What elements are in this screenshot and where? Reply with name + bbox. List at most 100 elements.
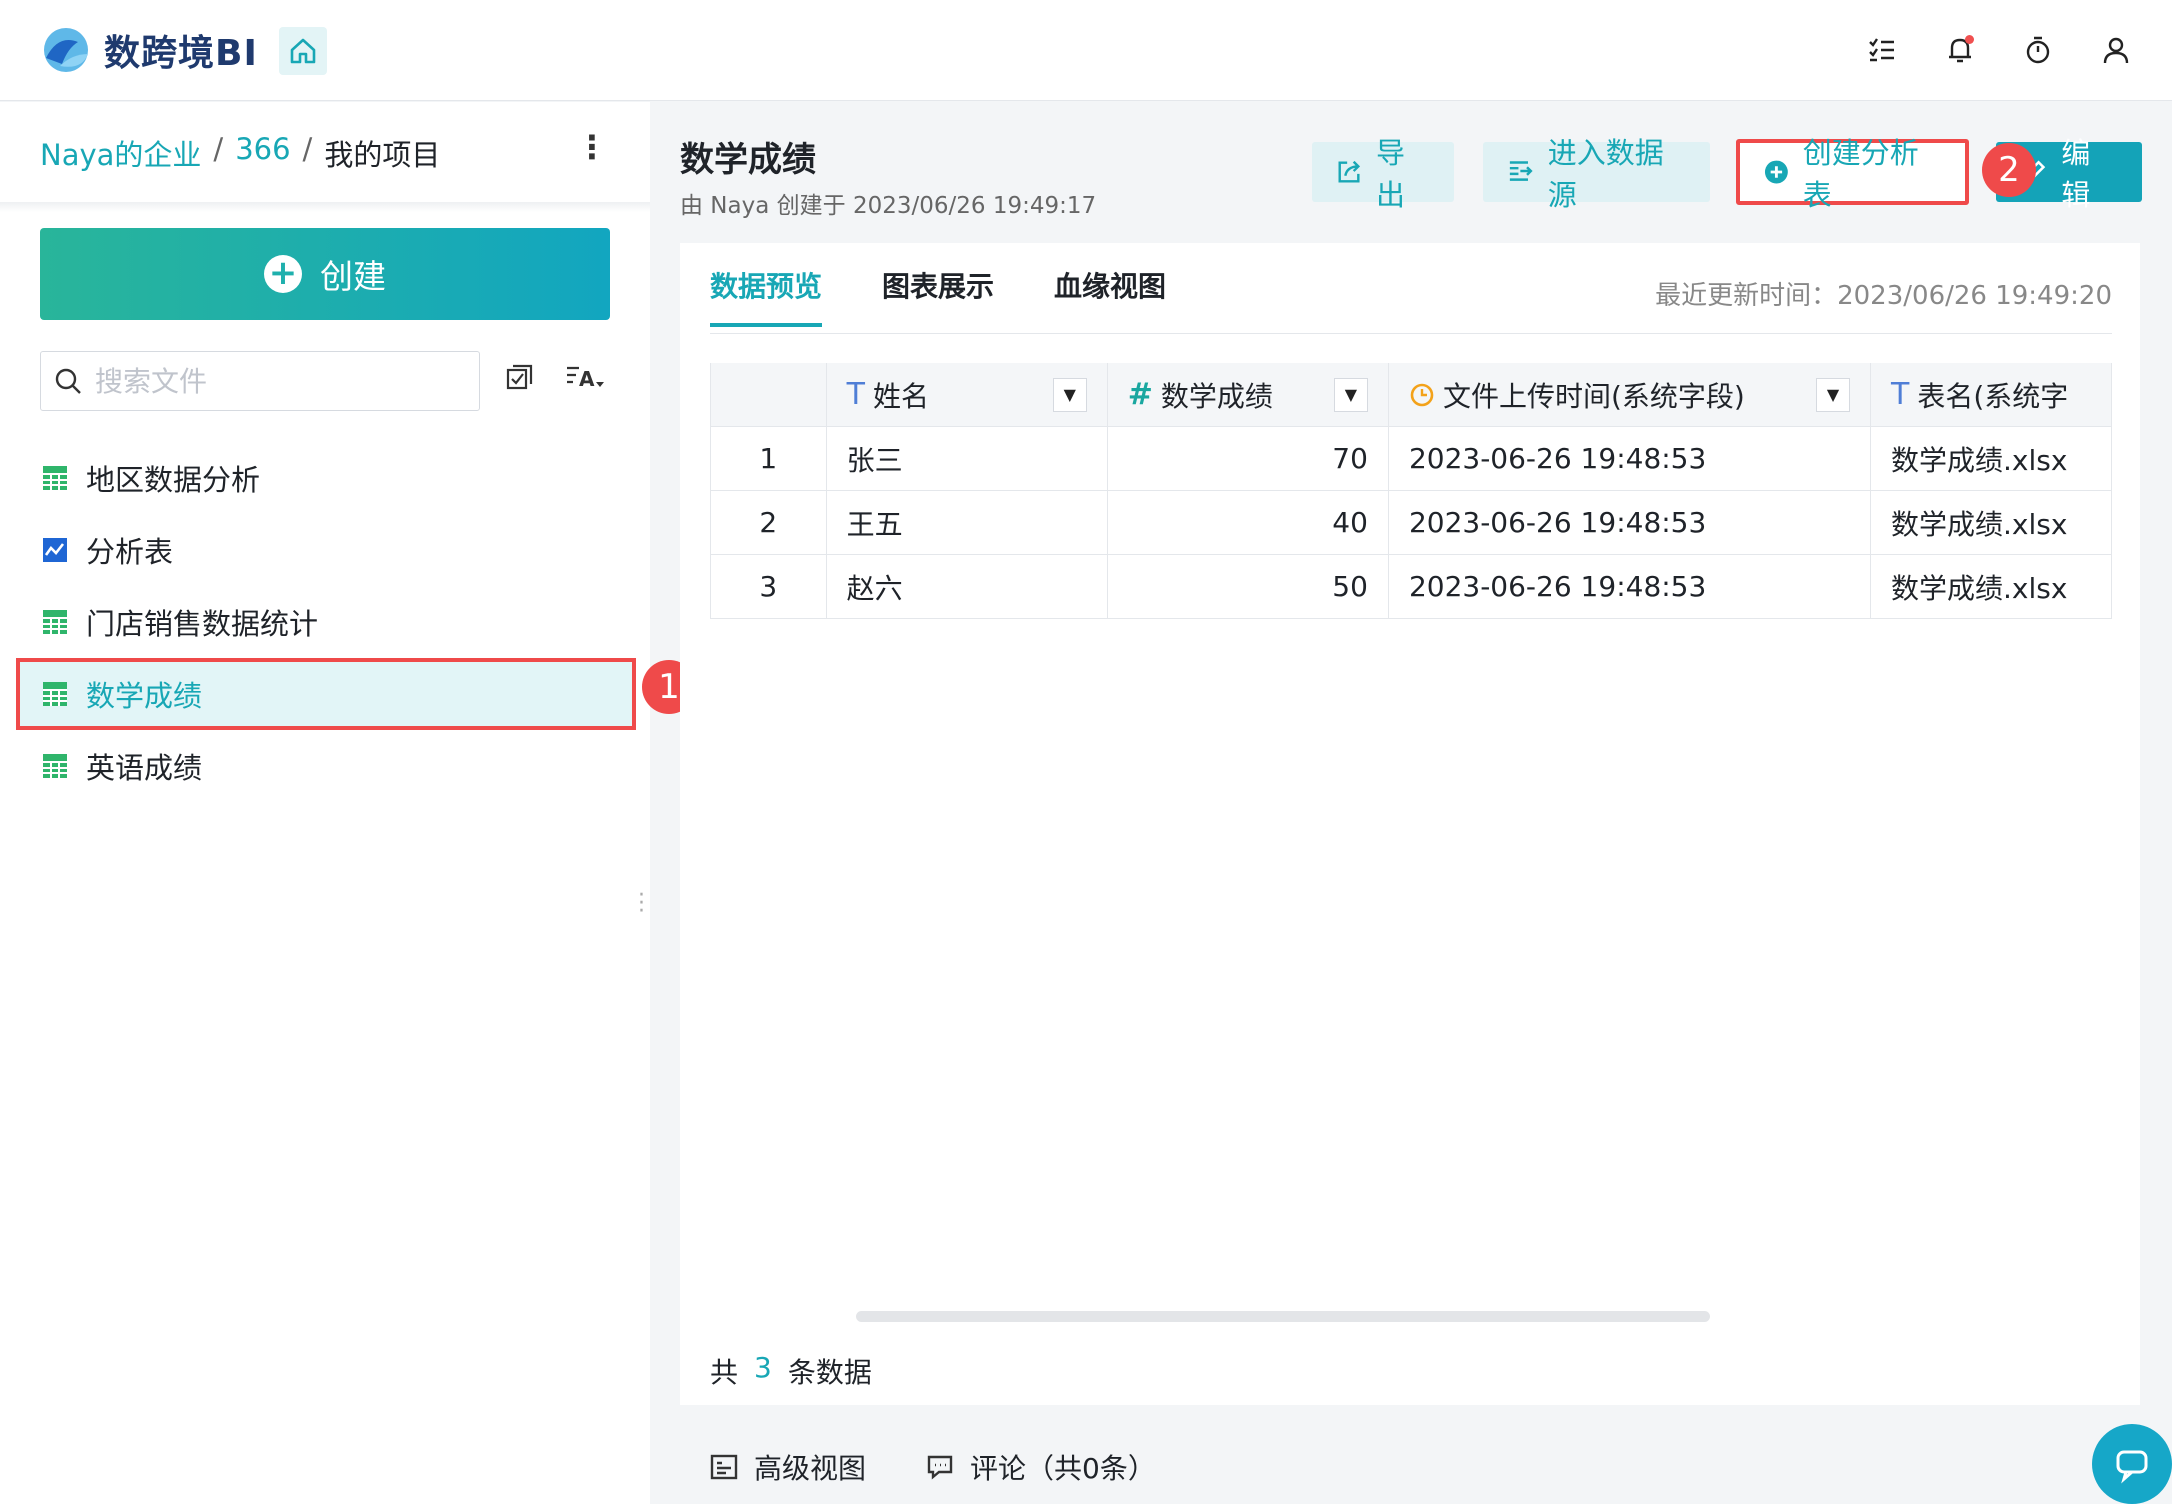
main-content: 数学成绩 由 Naya 创建于 2023/06/26 19:49:17 导出 进… <box>660 102 2172 1504</box>
table-icon <box>43 610 67 634</box>
advanced-view-label: 高级视图 <box>754 1452 867 1485</box>
step-badge-2: 2 <box>1982 143 2036 197</box>
row-number-header <box>710 363 827 426</box>
sidebar: Naya的企业 / 366 / 我的项目 ⋮ + 创建 A 地区数据分析 <box>0 102 650 1504</box>
column-label: 表名(系统字 <box>1917 379 2069 413</box>
file-item-analysis-table[interactable]: 分析表 <box>16 514 636 586</box>
table-row[interactable]: 2 王五 40 2023-06-26 19:48:53 数学成绩.xlsx <box>710 491 2112 555</box>
page-title: 数学成绩 <box>680 140 816 180</box>
tab-data-preview[interactable]: 数据预览 <box>710 265 823 327</box>
datasource-label: 进入数据源 <box>1547 136 1664 212</box>
cell-table-name: 数学成绩.xlsx <box>1871 427 2112 490</box>
sort-icon[interactable]: A <box>565 362 605 392</box>
row-count: 共 3 条数据 <box>710 1351 872 1391</box>
search-input[interactable] <box>95 364 475 398</box>
comments-label: 评论（共0条） <box>970 1452 1156 1485</box>
bottom-bar: 高级视图 评论（共0条） <box>710 1447 1156 1487</box>
file-item-store-sales[interactable]: 门店销售数据统计 <box>16 586 636 658</box>
text-type-icon: T <box>1891 377 1910 412</box>
cell-name: 王五 <box>827 491 1108 554</box>
tab-chart-display[interactable]: 图表展示 <box>882 265 994 327</box>
file-item-math-scores[interactable]: 数学成绩 <box>16 658 636 730</box>
comments-button[interactable]: 评论（共0条） <box>926 1447 1156 1487</box>
count-prefix: 共 <box>710 1356 739 1389</box>
datasource-button[interactable]: 进入数据源 <box>1483 136 1710 212</box>
support-chat-button[interactable] <box>2092 1424 2172 1504</box>
table-row[interactable]: 1 张三 70 2023-06-26 19:48:53 数学成绩.xlsx <box>710 427 2112 491</box>
tab-bar: 数据预览 图表展示 血缘视图 <box>710 265 1166 327</box>
home-icon <box>290 38 316 64</box>
cell-name: 赵六 <box>827 555 1108 618</box>
cell-upload-time: 2023-06-26 19:48:53 <box>1389 555 1872 618</box>
cell-math-score: 50 <box>1108 555 1389 618</box>
create-button[interactable]: + 创建 <box>40 228 610 320</box>
row-number: 2 <box>710 491 827 554</box>
file-name: 分析表 <box>86 535 174 569</box>
table-row[interactable]: 3 赵六 50 2023-06-26 19:48:53 数学成绩.xlsx <box>710 555 2112 619</box>
user-icon <box>2103 37 2129 64</box>
table-icon <box>43 682 67 706</box>
app-name: 数跨境BI <box>104 33 258 74</box>
export-icon <box>1338 160 1361 183</box>
clock-icon <box>1410 383 1434 406</box>
create-label: 创建 <box>320 257 386 296</box>
export-button[interactable]: 导出 <box>1312 136 1454 212</box>
user-button[interactable] <box>2096 30 2136 70</box>
file-list: 地区数据分析 分析表 门店销售数据统计 数学成绩 英语成绩 <box>16 442 636 802</box>
advanced-view-button[interactable]: 高级视图 <box>710 1447 866 1487</box>
breadcrumb-separator: / <box>213 132 224 166</box>
column-header-table-name[interactable]: T 表名(系统字 <box>1871 363 2112 426</box>
search-icon <box>55 368 81 394</box>
logo-icon <box>44 28 88 72</box>
home-button[interactable] <box>279 27 327 75</box>
text-type-icon: T <box>846 377 865 412</box>
row-number: 1 <box>710 427 827 490</box>
timer-button[interactable] <box>2018 30 2058 70</box>
task-list-button[interactable] <box>1862 30 1902 70</box>
timer-icon <box>2026 36 2050 64</box>
column-header-math-score[interactable]: # 数学成绩 ▼ <box>1108 363 1389 426</box>
column-dropdown-button[interactable]: ▼ <box>1816 377 1851 412</box>
column-header-upload-time[interactable]: 文件上传时间(系统字段) ▼ <box>1389 363 1872 426</box>
more-options-button[interactable]: ⋮ <box>576 128 608 166</box>
column-dropdown-button[interactable]: ▼ <box>1333 377 1368 412</box>
cell-table-name: 数学成绩.xlsx <box>1871 555 2112 618</box>
breadcrumb: Naya的企业 / 366 / 我的项目 <box>40 132 440 174</box>
column-dropdown-button[interactable]: ▼ <box>1052 377 1087 412</box>
row-number: 3 <box>710 555 827 618</box>
multi-select-icon[interactable] <box>505 362 535 392</box>
column-header-name[interactable]: T 姓名 ▼ <box>827 363 1108 426</box>
cell-upload-time: 2023-06-26 19:48:53 <box>1389 427 1872 490</box>
cell-upload-time: 2023-06-26 19:48:53 <box>1389 491 1872 554</box>
notification-button[interactable] <box>1940 30 1980 70</box>
sidebar-resize-handle[interactable]: · · · <box>638 885 645 923</box>
create-analysis-button[interactable]: 创建分析表 <box>1736 136 1969 212</box>
breadcrumb-enterprise[interactable]: Naya的企业 <box>40 132 201 174</box>
app-logo[interactable]: 数跨境BI <box>38 24 258 76</box>
task-list-icon <box>1869 38 1894 62</box>
breadcrumb-366[interactable]: 366 <box>235 132 290 174</box>
cell-table-name: 数学成绩.xlsx <box>1871 491 2112 554</box>
top-bar: 数跨境BI <box>0 0 2172 101</box>
notification-dot <box>1965 35 1974 44</box>
horizontal-scrollbar[interactable] <box>856 1311 1710 1322</box>
file-name: 地区数据分析 <box>86 463 261 497</box>
table-header: T 姓名 ▼ # 数学成绩 ▼ 文件上传时间(系统字段) ▼ T 表名(系统字 <box>710 363 2112 427</box>
divider <box>710 333 2112 334</box>
divider <box>0 202 650 212</box>
datasource-icon <box>1509 161 1533 181</box>
file-name: 门店销售数据统计 <box>86 607 319 641</box>
advanced-view-icon <box>710 1454 738 1480</box>
table-icon <box>43 754 67 778</box>
export-label: 导出 <box>1376 136 1406 212</box>
svg-text:A: A <box>579 367 595 391</box>
breadcrumb-project: 我的项目 <box>324 138 441 172</box>
file-item-region-analysis[interactable]: 地区数据分析 <box>16 442 636 514</box>
table-icon <box>43 466 67 490</box>
file-item-english-scores[interactable]: 英语成绩 <box>16 730 636 802</box>
chat-icon <box>2116 1450 2148 1484</box>
data-table: T 姓名 ▼ # 数学成绩 ▼ 文件上传时间(系统字段) ▼ T 表名(系统字 … <box>710 363 2112 619</box>
tab-lineage-view[interactable]: 血缘视图 <box>1054 265 1166 327</box>
count-suffix: 条数据 <box>787 1356 872 1389</box>
edit-label: 编辑 <box>2061 136 2091 212</box>
